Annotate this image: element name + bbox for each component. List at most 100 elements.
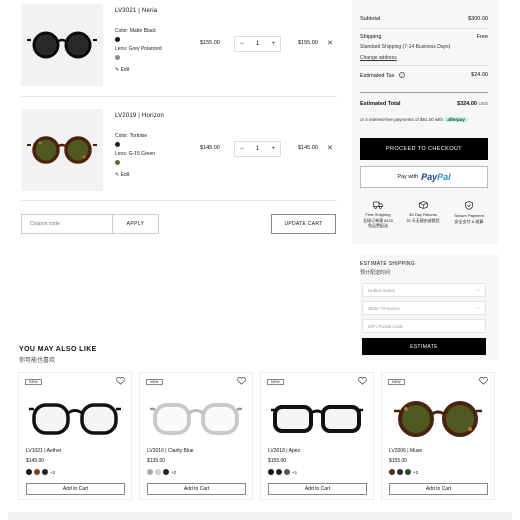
subtotal-row: Subtotal $300.00 [360, 16, 488, 22]
color-swatch[interactable] [389, 469, 395, 475]
divider [360, 65, 488, 66]
add-to-cart-button[interactable]: Add to Cart [389, 483, 488, 495]
eyeglasses-icon [271, 405, 363, 433]
total-value: $324.00 [457, 101, 477, 107]
quantity-value[interactable]: 1 [256, 41, 259, 47]
line-total: $155.00 [298, 40, 318, 46]
decrement-button[interactable]: − [240, 146, 244, 152]
estimate-subtitle: 预计配送时间 [360, 270, 391, 276]
item-name[interactable]: LV3021 | Neria [115, 8, 157, 14]
close-icon[interactable]: ✕ [327, 39, 333, 47]
product-card[interactable]: NEW LV1021 | Aether $145.00 +2 Add to Ca… [18, 372, 132, 500]
proceed-to-checkout-button[interactable]: PROCEED TO CHECKOUT [360, 138, 488, 160]
shipping-row: Shipping Free [360, 34, 488, 40]
edit-link[interactable]: ✎ Edit [115, 172, 129, 178]
product-name[interactable]: LV2006 | Muse [389, 448, 422, 454]
apply-button[interactable]: APPLY [112, 215, 158, 233]
heart-icon[interactable] [479, 377, 488, 385]
product-image[interactable] [21, 109, 103, 191]
color-swatch[interactable] [397, 469, 403, 475]
product-card[interactable]: NEW LV3018 | Apex $155.00 +1 Add to Cart [260, 372, 374, 500]
more-colors[interactable]: +1 [292, 470, 297, 475]
afterpay-logo[interactable]: afterpay [444, 117, 468, 122]
edit-link[interactable]: ✎ Edit [115, 67, 129, 73]
product-name[interactable]: LV2010 | Clarity Blue [147, 448, 194, 454]
color-swatch[interactable] [163, 469, 169, 475]
product-image[interactable] [21, 4, 103, 86]
product-card[interactable]: NEW LV2006 | Muse $155.00 +2 Add to Cart [381, 372, 495, 500]
item-name[interactable]: LV2019 | Horizon [115, 113, 164, 119]
subtotal-value: $300.00 [468, 16, 488, 22]
total-row: Estimated Total $324.00 USD [360, 101, 488, 107]
shipping-value: Free [476, 34, 488, 40]
close-icon[interactable]: ✕ [327, 144, 333, 152]
color-swatch [115, 37, 120, 42]
more-colors[interactable]: +2 [171, 470, 176, 475]
eyeglasses-icon [150, 403, 242, 435]
product-card[interactable]: NEW LV2010 | Clarity Blue $135.00 +2 Add… [139, 372, 253, 500]
product-name[interactable]: LV1021 | Aether [26, 448, 61, 454]
shield-icon [465, 201, 473, 210]
eyeglasses-icon [29, 403, 121, 435]
product-price: $145.00 [26, 458, 45, 464]
info-icon[interactable]: i [398, 72, 405, 78]
color-swatch[interactable] [284, 469, 290, 475]
item-price: $155.00 [200, 40, 220, 46]
line-total: $145.00 [298, 145, 318, 151]
color-swatches: +1 [268, 469, 297, 475]
cart-item: LV3021 | Neria Color: Matte Black Lens: … [21, 4, 337, 86]
box-icon [418, 201, 428, 209]
product-image[interactable] [146, 393, 246, 443]
paypal-logo: PayPal [421, 172, 451, 182]
truck-icon [373, 201, 383, 209]
item-lens: Lens: Grey Polarized [115, 46, 162, 52]
color-swatch[interactable] [34, 469, 40, 475]
installments-note: or 4 interest-free payments of $81.00 wi… [360, 117, 468, 122]
add-to-cart-button[interactable]: Add to Cart [147, 483, 246, 495]
new-badge: NEW [146, 379, 163, 385]
product-price: $155.00 [389, 458, 408, 464]
more-colors[interactable]: +2 [50, 470, 55, 475]
state-select[interactable]: State / Province ⌄ [362, 301, 486, 315]
heart-icon[interactable] [116, 377, 125, 385]
quantity-value[interactable]: 1 [256, 146, 259, 152]
color-swatch[interactable] [276, 469, 282, 475]
item-color: Color: Tortoise [115, 133, 148, 139]
paypal-button[interactable]: Pay with PayPal [360, 166, 488, 188]
decrement-button[interactable]: − [240, 41, 244, 47]
change-address-link[interactable]: Change address [360, 55, 397, 61]
country-select[interactable]: United States ⌄ [362, 283, 486, 297]
increment-button[interactable]: + [271, 146, 275, 152]
benefit-free-shipping: Free Shipping 全球订单满 $120 免运费配送 [356, 201, 400, 229]
sunglasses-icon [27, 31, 97, 59]
color-swatch[interactable] [42, 469, 48, 475]
section-title: YOU MAY ALSO LIKE [19, 346, 97, 353]
product-image[interactable] [25, 393, 125, 443]
color-swatches: +2 [389, 469, 418, 475]
color-swatch[interactable] [268, 469, 274, 475]
add-to-cart-button[interactable]: Add to Cart [26, 483, 125, 495]
product-name[interactable]: LV3018 | Apex [268, 448, 300, 454]
sunglasses-icon [27, 136, 97, 164]
benefit-secure-payment: Secure Payment 安全支付 & 结算 [447, 201, 491, 224]
more-colors[interactable]: +2 [413, 470, 418, 475]
product-image[interactable] [388, 393, 488, 443]
product-image[interactable] [267, 393, 367, 443]
increment-button[interactable]: + [271, 41, 275, 47]
color-swatch[interactable] [155, 469, 161, 475]
heart-icon[interactable] [358, 377, 367, 385]
color-swatches: +2 [26, 469, 55, 475]
color-swatch[interactable] [405, 469, 411, 475]
color-swatch[interactable] [26, 469, 32, 475]
heart-icon[interactable] [237, 377, 246, 385]
coupon-input[interactable] [22, 215, 112, 233]
zip-input[interactable]: ZIP / Postal Code [362, 319, 486, 333]
sunglasses-icon [394, 401, 482, 437]
estimate-button[interactable]: ESTIMATE [362, 338, 486, 355]
divider [21, 200, 337, 201]
color-swatch[interactable] [147, 469, 153, 475]
update-cart-button[interactable]: UPDATE CART [271, 214, 336, 234]
item-price: $145.00 [200, 145, 220, 151]
add-to-cart-button[interactable]: Add to Cart [268, 483, 367, 495]
shipping-method: Standard Shipping (7-14 Business Days) [360, 44, 451, 50]
